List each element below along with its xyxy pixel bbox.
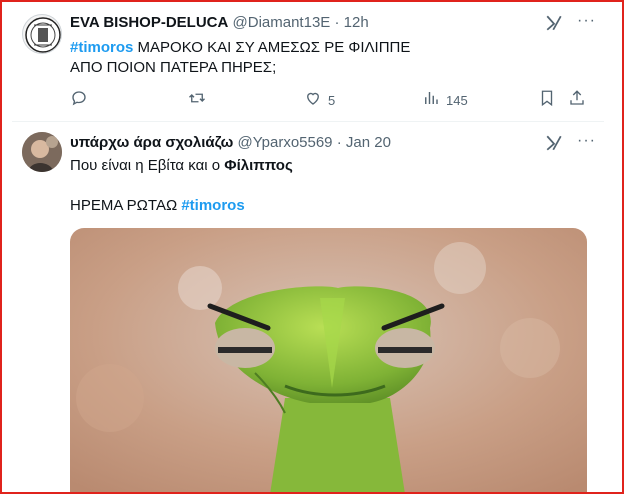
tweet-text-line-2: ΑΠΟ ΠΟΙΟΝ ΠΑΤΕΡΑ ΠΗΡΕΣ; <box>70 59 277 76</box>
like-count: 5 <box>328 93 336 108</box>
views-icon <box>422 89 440 112</box>
views-count: 145 <box>446 93 468 108</box>
like-button[interactable]: 5 <box>304 89 335 112</box>
hashtag-link[interactable]: #timoros <box>70 39 133 56</box>
handle[interactable]: @Diamant13E <box>233 14 331 31</box>
views-button[interactable]: 145 <box>422 89 468 112</box>
tweet-text-line-2: ΗΡΕΜΑ ΡΩΤΑΩ <box>70 197 182 214</box>
timestamp[interactable]: 12h <box>344 14 369 31</box>
display-name[interactable]: EVA BISHOP-DELUCA <box>70 14 228 31</box>
timestamp[interactable]: Jan 20 <box>346 134 391 151</box>
like-icon <box>304 89 322 112</box>
separator: · <box>334 14 340 31</box>
reply-button[interactable] <box>70 89 88 112</box>
tweet-media-image[interactable] <box>70 228 587 494</box>
separator: · <box>336 134 342 151</box>
tweet-text-line-1: Που είναι η Εβίτα και ο <box>70 157 225 174</box>
share-icon <box>568 89 586 112</box>
more-icon[interactable]: ··· <box>577 12 596 30</box>
tweet-2[interactable]: υπάρχω άρα σχολιάζω @Yparxo5569 · Jan 20… <box>12 122 604 494</box>
grok-icon[interactable] <box>545 14 563 37</box>
hashtag-link[interactable]: #timoros <box>181 197 244 214</box>
share-button[interactable] <box>568 89 586 112</box>
avatar[interactable] <box>22 132 62 172</box>
more-icon[interactable]: ··· <box>577 132 596 150</box>
handle[interactable]: @Yparxo5569 <box>238 134 333 151</box>
grok-icon[interactable] <box>545 134 563 157</box>
tweet-text-line-1: ΜΑΡΟΚΟ ΚΑΙ ΣΥ ΑΜΕΣΩΣ ΡΕ ΦΙΛΙΠΠΕ <box>137 39 411 56</box>
mention-text: Φίλιππος <box>224 157 293 174</box>
bookmark-icon <box>538 89 556 112</box>
tweet-1[interactable]: EVA BISHOP-DELUCA @Diamant13E · 12h ··· … <box>12 0 604 122</box>
display-name[interactable]: υπάρχω άρα σχολιάζω <box>70 134 233 151</box>
retweet-icon <box>188 89 206 112</box>
avatar[interactable] <box>22 14 62 54</box>
retweet-button[interactable] <box>188 89 206 112</box>
bookmark-button[interactable] <box>538 89 556 112</box>
reply-icon <box>70 89 88 112</box>
